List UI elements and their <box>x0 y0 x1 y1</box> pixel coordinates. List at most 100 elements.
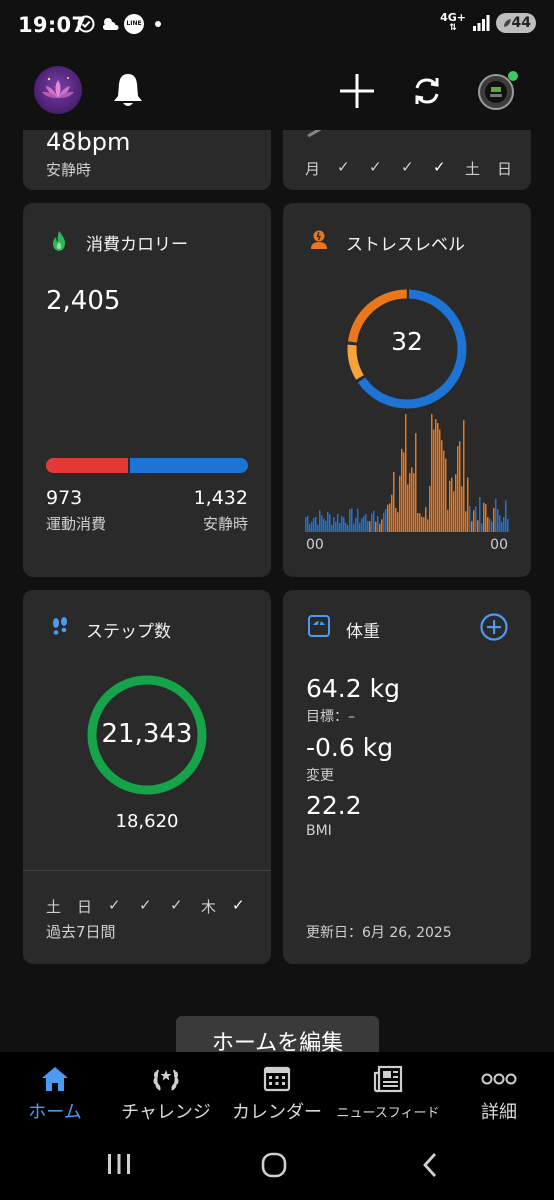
day-check: ✓ <box>139 896 152 914</box>
nav-challenges[interactable]: チャレンジ <box>111 1062 221 1128</box>
plus-icon <box>340 74 374 108</box>
back-icon[interactable] <box>420 1151 440 1179</box>
stress-bar <box>485 504 487 532</box>
stress-bar <box>415 433 417 532</box>
sync-icon <box>415 78 439 104</box>
steps-divider <box>23 870 271 871</box>
day-label: 月 <box>305 160 321 178</box>
stress-bar <box>503 517 505 532</box>
line-icon: LINE <box>124 14 144 34</box>
device-button[interactable] <box>472 66 522 116</box>
stress-bar <box>417 512 419 532</box>
stress-bar <box>421 516 423 532</box>
home-circle-icon[interactable] <box>260 1151 288 1179</box>
stress-bar <box>315 516 317 532</box>
stress-bar <box>439 429 441 532</box>
status-right: 4G+ ⇅ 44 <box>440 12 536 34</box>
battery-saver-icon <box>504 19 511 27</box>
weight-goal: 目標：– <box>306 709 355 725</box>
stress-bar <box>321 515 323 532</box>
stress-bar <box>481 523 483 532</box>
stress-bar <box>405 414 407 532</box>
nav-challenges-label: チャレンジ <box>121 1102 211 1123</box>
stress-bar <box>453 491 455 532</box>
stress-bar <box>505 500 507 532</box>
stress-bar <box>441 440 443 532</box>
steps-count: 21,343 <box>101 719 193 749</box>
heart-rate-value: 48bpm <box>46 130 131 156</box>
steps-card[interactable]: ステップ数 21,343 18,620 土 日 ✓ ✓ ✓ 木 ✓ 過去7日間 <box>23 590 271 964</box>
nav-newsfeed[interactable]: ニュースフィード <box>333 1062 443 1128</box>
stress-bar <box>355 518 357 532</box>
steps-footer: 過去7日間 <box>46 923 116 941</box>
stress-card[interactable]: ストレスレベル 32 00 00 <box>283 203 531 577</box>
stress-bar <box>331 524 333 532</box>
stress-bar <box>447 509 449 532</box>
weight-updated: 更新日：6月 26, 2025 <box>306 925 452 941</box>
profile-avatar[interactable] <box>34 66 82 114</box>
stress-bar <box>501 522 503 532</box>
stress-bar <box>437 423 439 532</box>
edit-home-button[interactable]: ホームを編集 <box>176 1016 379 1052</box>
calories-card[interactable]: 消費カロリー 2,405 973 運動消費 1,432 安静時 <box>23 203 271 577</box>
weight-card[interactable]: 体重 64.2 kg 目標：– -0.6 kg 変更 22.2 BMI 更新日：… <box>283 590 531 964</box>
notification-dot-icon <box>155 21 161 27</box>
stress-bar <box>469 506 471 532</box>
stress-bar <box>477 520 479 532</box>
battery-indicator: 44 <box>496 13 536 33</box>
watch-icon <box>478 71 518 110</box>
recent-apps-icon[interactable] <box>106 1152 132 1176</box>
nav-more-icon-wrap <box>444 1062 554 1096</box>
plus-circle-icon <box>480 613 508 641</box>
stress-bar <box>451 477 453 532</box>
day-label: 木 <box>201 898 217 916</box>
stress-bar <box>455 474 457 532</box>
add-weight-button[interactable] <box>480 613 508 641</box>
stress-bar <box>389 503 391 532</box>
stress-bar <box>387 504 389 532</box>
add-button[interactable] <box>336 70 378 112</box>
stress-bar <box>411 467 413 532</box>
stress-value: 32 <box>391 327 423 356</box>
stress-bar <box>409 473 411 532</box>
stress-bar <box>393 471 395 532</box>
signal-icon <box>473 15 490 31</box>
weather-icon <box>103 18 119 30</box>
stress-bar <box>433 429 435 532</box>
stress-bar <box>317 524 319 532</box>
flame-icon <box>53 231 65 251</box>
stress-bar <box>457 446 459 532</box>
stress-bar <box>341 515 343 532</box>
stress-bar <box>385 509 387 532</box>
stress-bar <box>419 513 421 532</box>
calories-title: 消費カロリー <box>86 235 188 255</box>
network-label: 4G+ ⇅ <box>440 11 466 33</box>
notifications-button[interactable] <box>108 70 148 110</box>
stress-bar <box>459 441 461 532</box>
calories-split-bar <box>46 458 248 473</box>
bmi-value: 22.2 <box>306 791 362 820</box>
nav-home[interactable]: ホーム <box>0 1062 110 1128</box>
steps-days-row: 土 日 ✓ ✓ ✓ 木 ✓ <box>46 896 253 917</box>
stress-bar <box>345 522 347 532</box>
stress-bar <box>343 517 345 532</box>
stress-bar <box>487 517 489 532</box>
bottom-nav: ホーム チャレンジ カレンダー ニュースフィード 詳細 <box>0 1052 554 1130</box>
stress-bar <box>467 477 469 532</box>
nav-calendar[interactable]: カレンダー <box>222 1062 332 1128</box>
stress-bar <box>373 510 375 532</box>
stress-bar <box>375 521 377 532</box>
day-label: 日 <box>77 898 93 916</box>
stress-bar <box>353 523 355 532</box>
stress-bar <box>461 486 463 532</box>
heart-rate-card[interactable]: 48bpm 安静時 <box>23 130 271 190</box>
day-check: ✓ <box>433 158 446 176</box>
nav-more[interactable]: 詳細 <box>444 1062 554 1128</box>
stress-bar <box>425 507 427 532</box>
weekly-activity-card[interactable]: 月 ✓ ✓ ✓ ✓ 土 日 <box>283 130 531 190</box>
stress-bar <box>399 475 401 532</box>
day-label: 土 <box>465 160 481 178</box>
stress-bar <box>319 510 321 532</box>
sync-button[interactable] <box>406 70 448 112</box>
stress-bar <box>359 522 361 532</box>
